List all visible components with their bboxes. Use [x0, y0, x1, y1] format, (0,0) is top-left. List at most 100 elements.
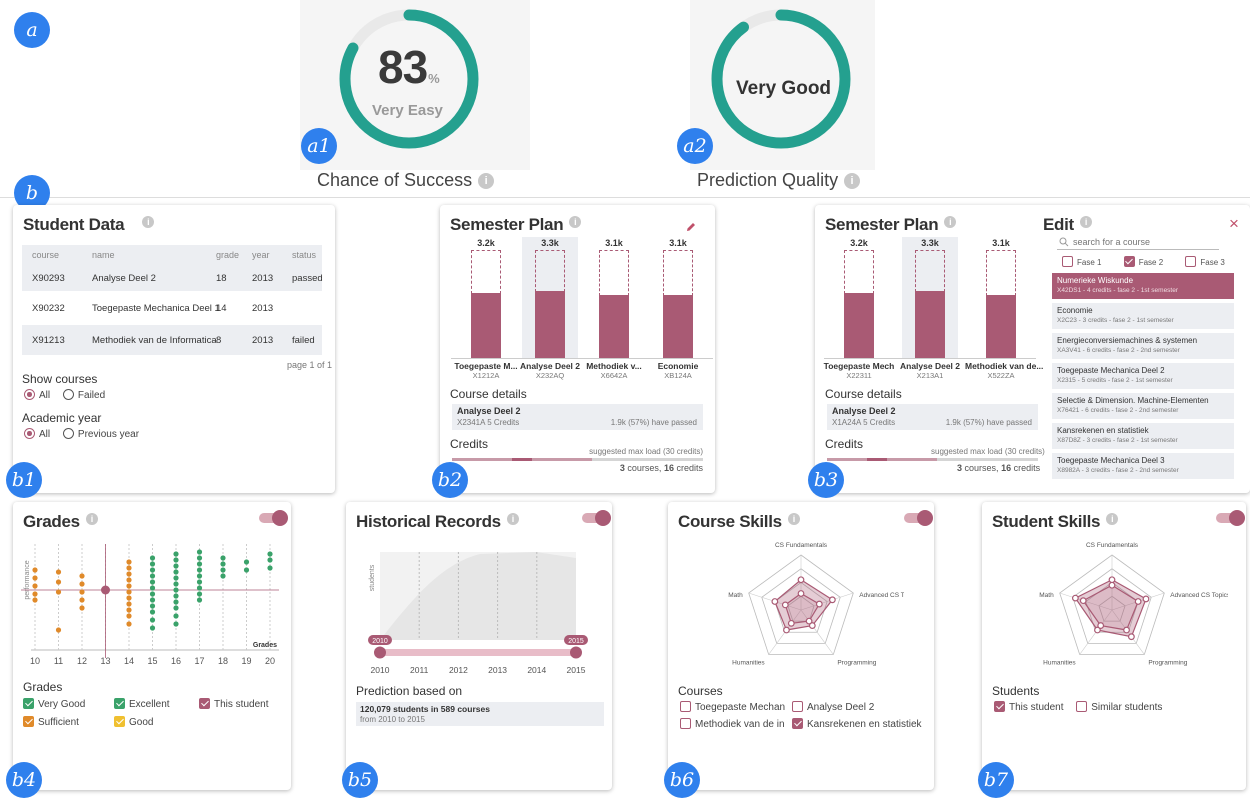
- course-toggle-item[interactable]: Toegepaste Mechan: [680, 701, 785, 713]
- bar-fill[interactable]: [599, 295, 629, 358]
- grade-point: [196, 573, 203, 579]
- bar-fill[interactable]: [535, 291, 565, 358]
- table-row[interactable]: X90232 Toegepaste Mechanica Deel 1 14 20…: [22, 291, 322, 325]
- table-row[interactable]: X90293 Analyse Deel 2 18 2013 passed: [22, 265, 323, 291]
- radar-point: [783, 626, 790, 634]
- course-skills-toggle[interactable]: [904, 510, 933, 526]
- quality-info-icon[interactable]: i: [844, 173, 861, 189]
- semester-plan-info-icon[interactable]: i: [569, 216, 582, 228]
- radar-axis-label: Programming: [1148, 659, 1187, 666]
- bar-total-label: 3.1k: [992, 238, 1010, 248]
- grade-point: [149, 617, 156, 623]
- legend-this-student[interactable]: This student: [199, 698, 268, 710]
- student-toggle-this[interactable]: This student: [994, 701, 1063, 713]
- bar-capacity[interactable]: [471, 250, 501, 295]
- credits-count: 16: [1001, 463, 1012, 473]
- grades-info-icon[interactable]: i: [85, 513, 98, 525]
- bar-fill[interactable]: [986, 295, 1016, 358]
- cell-year: 2013: [252, 303, 274, 314]
- grades-toggle[interactable]: [259, 510, 288, 526]
- course-list-item[interactable]: Toegepaste Mechanica Deel 2 X2315 - 5 cre…: [1052, 363, 1234, 389]
- show-failed-radio[interactable]: Failed: [62, 389, 106, 401]
- bar-capacity[interactable]: [663, 250, 693, 297]
- semester-plan-edit-info-icon[interactable]: i: [944, 216, 957, 228]
- course-list-item[interactable]: Toegepaste Mechanica Deel 3 X8982A - 3 cr…: [1052, 453, 1234, 479]
- semester-plan-title: Semester Plan i: [450, 215, 582, 235]
- show-courses-label: Show courses: [22, 372, 98, 386]
- quality-caption-text: Prediction Quality: [697, 170, 839, 190]
- student-data-title: Student Data i: [23, 215, 155, 235]
- course-toggle-item[interactable]: Kansrekenen en statistiek: [792, 718, 922, 730]
- edit-title: Edit i: [1043, 215, 1092, 235]
- grade-point: [149, 609, 156, 615]
- fase1-checkbox[interactable]: Fase 1: [1062, 256, 1101, 267]
- grade-point: [149, 573, 156, 579]
- fase2-checkbox[interactable]: Fase 2: [1123, 256, 1163, 267]
- radar-point: [771, 598, 779, 605]
- bar-course-name: Analyse Deel 2: [519, 361, 580, 371]
- course-list-item[interactable]: Numerieke Wiskunde X42DS1 - 4 credits - f…: [1052, 273, 1234, 299]
- close-icon[interactable]: ×: [1229, 214, 1239, 234]
- course-detail-box[interactable]: Analyse Deel 2 X2341A 5 Credits 1.9k (57…: [452, 404, 703, 430]
- student-data-info-icon[interactable]: i: [142, 216, 155, 228]
- bar-course-name: Toegepaste Mech: [823, 361, 895, 371]
- pencil-icon[interactable]: [685, 220, 697, 232]
- bar-fill[interactable]: [663, 295, 693, 358]
- grade-point: [126, 607, 132, 613]
- bar-capacity[interactable]: [844, 250, 874, 295]
- search-input[interactable]: [1073, 235, 1213, 248]
- grades-scatter: 10 11 12 13 14 15 16 17 18 19 20performanceGrades: [21, 544, 279, 666]
- grade-point: [126, 613, 132, 619]
- radar-axis-label: Humanities: [1043, 659, 1076, 666]
- legend-good[interactable]: Good: [114, 716, 153, 728]
- detail-name: Analyse Deel 2: [832, 406, 896, 416]
- historical-year-label: 2010: [371, 665, 390, 675]
- success-info-icon[interactable]: i: [478, 173, 495, 189]
- bar-capacity[interactable]: [986, 250, 1016, 297]
- course-list-item[interactable]: Selectie & Dimension. Machine-Elementen X…: [1052, 393, 1234, 419]
- grade-point: [196, 549, 203, 555]
- year-previous-radio[interactable]: Previous year: [62, 428, 139, 440]
- range-start-handle: [374, 646, 386, 659]
- course-search[interactable]: [1057, 235, 1219, 250]
- edit-info-icon[interactable]: i: [1079, 216, 1092, 228]
- pagination[interactable]: page 1 of 1: [287, 360, 332, 370]
- legend-very-good[interactable]: Very Good: [23, 698, 85, 710]
- bar-fill[interactable]: [844, 293, 874, 358]
- checkbox-icon: [1123, 256, 1135, 267]
- grade-point: [149, 579, 156, 585]
- radio-label: Failed: [77, 390, 106, 401]
- course-skills-info-icon[interactable]: i: [787, 513, 800, 525]
- courses-word: courses,: [627, 463, 662, 473]
- grades-tick-label: 20: [265, 656, 275, 666]
- radar-point: [828, 596, 836, 604]
- legend-excellent[interactable]: Excellent: [114, 698, 170, 710]
- grade-point: [126, 595, 132, 601]
- grades-tick-label: 17: [194, 656, 204, 666]
- show-all-radio[interactable]: All: [24, 389, 50, 401]
- course-detail-box[interactable]: Analyse Deel 2 X1A24A 5 Credits 1.9k (57…: [827, 404, 1038, 430]
- bar-capacity[interactable]: [599, 250, 629, 297]
- course-list-item[interactable]: Energieconversiemachines & systemen XA3V4…: [1052, 333, 1234, 359]
- student-toggle-similar[interactable]: Similar students: [1076, 701, 1162, 713]
- course-list-item[interactable]: Economie X2C23 - 3 credits - fase 2 - 1st…: [1052, 303, 1234, 329]
- historical-title: Historical Records i: [356, 512, 519, 532]
- course-item-label: Methodiek van de in: [695, 719, 785, 730]
- bar-fill[interactable]: [471, 293, 501, 358]
- historical-info-icon[interactable]: i: [506, 513, 519, 525]
- table-row[interactable]: X91213 Methodiek van de Informatica 8 20…: [22, 325, 322, 355]
- course-toggle-item[interactable]: Analyse Deel 2: [792, 701, 874, 713]
- fase3-checkbox[interactable]: Fase 3: [1185, 256, 1225, 267]
- course-list-item[interactable]: Kansrekenen en statistiek X87D8Z - 3 cred…: [1052, 423, 1234, 449]
- student-skills-toggle[interactable]: [1216, 510, 1245, 526]
- legend-sufficient[interactable]: Sufficient: [23, 716, 79, 728]
- grade-point: [196, 591, 203, 597]
- bar-fill[interactable]: [915, 291, 945, 358]
- student-skills-info-icon[interactable]: i: [1106, 513, 1119, 525]
- bar-capacity[interactable]: [915, 250, 945, 293]
- course-toggle-item[interactable]: Methodiek van de in: [680, 718, 785, 730]
- historical-toggle[interactable]: [582, 510, 611, 526]
- year-all-radio[interactable]: All: [24, 428, 50, 440]
- bar-capacity[interactable]: [535, 250, 565, 293]
- grade-point: [32, 591, 38, 597]
